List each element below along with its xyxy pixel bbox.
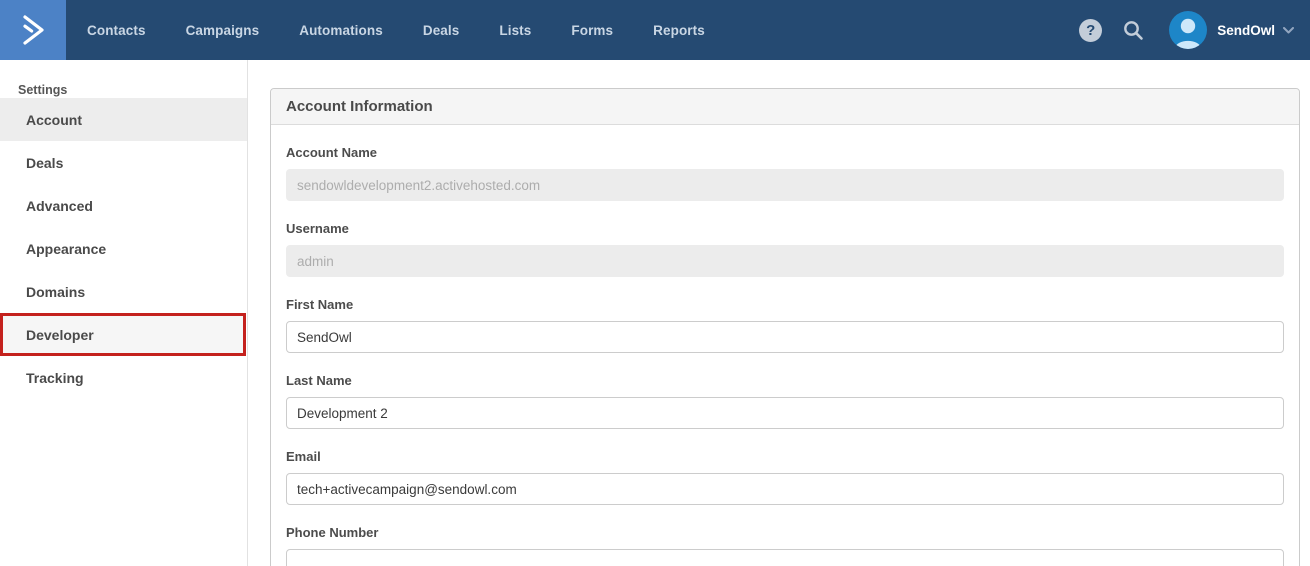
sidebar-item-advanced[interactable]: Advanced <box>0 184 247 227</box>
sidebar-item-label: Account <box>26 111 82 128</box>
sidebar-item-domains[interactable]: Domains <box>0 270 247 313</box>
email-input[interactable] <box>286 473 1284 505</box>
field-last-name: Last Name <box>286 373 1284 429</box>
field-email: Email <box>286 449 1284 505</box>
phone-number-input[interactable] <box>286 549 1284 566</box>
phone-number-label: Phone Number <box>286 525 379 540</box>
nav-item-automations[interactable]: Automations <box>299 23 383 38</box>
sidebar-item-label: Advanced <box>26 197 93 214</box>
nav-item-deals[interactable]: Deals <box>423 23 460 38</box>
sidebar-item-label: Domains <box>26 283 86 300</box>
first-name-input[interactable] <box>286 321 1284 353</box>
panel-title: Account Information <box>271 89 1299 125</box>
last-name-label: Last Name <box>286 373 352 388</box>
user-silhouette-icon <box>1174 18 1202 49</box>
nav-item-campaigns[interactable]: Campaigns <box>186 23 260 38</box>
account-name-label: Account Name <box>286 145 378 160</box>
email-label: Email <box>286 449 321 464</box>
help-icon[interactable]: ? <box>1079 18 1103 42</box>
sidebar-item-tracking[interactable]: Tracking <box>0 356 247 399</box>
search-icon <box>1124 21 1144 40</box>
sidebar-item-label: Appearance <box>26 240 107 257</box>
avatar[interactable] <box>1169 11 1208 49</box>
sidebar-item-account[interactable]: Account <box>0 98 247 141</box>
nav-right-cluster: ? SendOwl <box>1079 0 1310 60</box>
nav-item-reports[interactable]: Reports <box>653 23 705 38</box>
field-phone-number: Phone Number <box>286 525 1284 566</box>
main-content: Account Information Account Name Usernam… <box>249 60 1310 566</box>
activecampaign-logo-icon <box>23 15 44 45</box>
last-name-input[interactable] <box>286 397 1284 429</box>
account-form: Account Name Username First Name Last Na… <box>271 125 1299 566</box>
nav-item-forms[interactable]: Forms <box>571 23 613 38</box>
sidebar-item-label: Deals <box>26 154 64 171</box>
field-account-name: Account Name <box>286 145 1284 201</box>
sidebar-heading: Settings <box>18 83 68 97</box>
nav-item-contacts[interactable]: Contacts <box>87 23 146 38</box>
username-label: Username <box>286 221 349 236</box>
sidebar-item-appearance[interactable]: Appearance <box>0 227 247 270</box>
nav-item-lists[interactable]: Lists <box>499 23 531 38</box>
activecampaign-logo[interactable] <box>0 0 66 60</box>
field-username: Username <box>286 221 1284 277</box>
field-first-name: First Name <box>286 297 1284 353</box>
main-menu: Contacts Campaigns Automations Deals Lis… <box>87 0 705 60</box>
sidebar-item-label: Developer <box>26 326 94 343</box>
top-nav: Contacts Campaigns Automations Deals Lis… <box>0 0 1310 60</box>
settings-sidebar: Settings Account Deals Advanced Appearan… <box>0 60 248 566</box>
search-button[interactable] <box>1121 18 1145 42</box>
chevron-down-icon[interactable] <box>1283 26 1294 34</box>
account-information-panel: Account Information Account Name Usernam… <box>270 88 1300 566</box>
account-menu-label[interactable]: SendOwl <box>1217 23 1275 38</box>
sidebar-item-deals[interactable]: Deals <box>0 141 247 184</box>
account-name-input <box>286 169 1284 201</box>
sidebar-item-label: Tracking <box>26 369 84 386</box>
username-input <box>286 245 1284 277</box>
first-name-label: First Name <box>286 297 354 312</box>
sidebar-item-developer[interactable]: Developer <box>0 313 246 356</box>
